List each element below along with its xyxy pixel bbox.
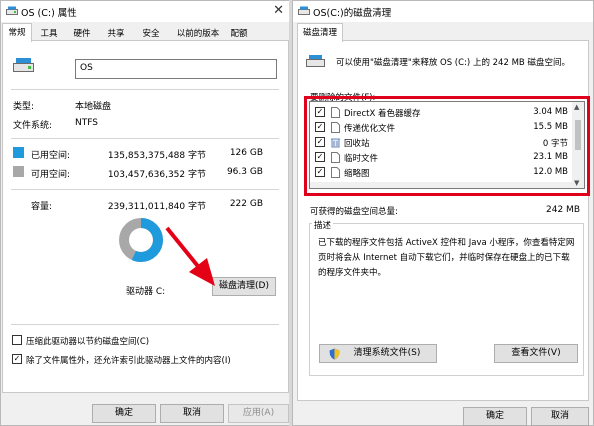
free-space-label: 可用空间: — [31, 170, 71, 180]
properties-window: OS (C:) 属性 ✕ 常规 工具 硬件 共享 安全 以前的版本 配额 OS … — [0, 0, 291, 426]
free-space-gb: 96.3 GB — [226, 167, 263, 177]
divider — [11, 89, 279, 90]
checkmark-icon: ✓ — [13, 354, 21, 363]
clean-system-files-button[interactable]: 清理系统文件(S) — [319, 344, 437, 363]
tab-tools[interactable]: 工具 — [36, 25, 62, 41]
close-icon[interactable]: ✕ — [273, 3, 284, 18]
description-line-3: 的程序文件夹中。 — [318, 268, 387, 278]
properties-titlebar: OS (C:) 属性 ✕ — [1, 1, 290, 22]
disk-cleanup-icon — [298, 6, 310, 15]
drive-icon — [6, 6, 18, 15]
disk-cleanup-panel: 可以使用"磁盘清理"来释放 OS (C:) 上的 242 MB 磁盘空间。 要删… — [297, 40, 590, 401]
disk-cleanup-tabs: 磁盘清理 — [293, 22, 593, 42]
tab-disk-cleanup[interactable]: 磁盘清理 — [297, 23, 343, 42]
usage-donut-chart — [119, 218, 163, 262]
disk-cleanup-window: OS(C:)的磁盘清理 磁盘清理 可以使用"磁盘清理"来释放 OS (C:) 上… — [292, 0, 594, 426]
drive-icon — [306, 55, 325, 67]
used-space-gb: 126 GB — [229, 148, 263, 158]
tab-security[interactable]: 安全 — [138, 25, 164, 41]
disk-cleanup-button[interactable]: 磁盘清理(D) — [212, 277, 276, 296]
apply-button[interactable]: 应用(A) — [228, 404, 289, 423]
cancel-button[interactable]: 取消 — [160, 404, 224, 423]
properties-tabs: 常规 工具 硬件 共享 安全 以前的版本 配额 — [1, 22, 290, 42]
used-space-bytes: 135,853,375,488 字节 — [107, 151, 206, 161]
used-space-swatch — [13, 147, 24, 158]
ok-button[interactable]: 确定 — [463, 407, 527, 426]
free-space-swatch — [13, 166, 24, 177]
filesystem-value: NTFS — [75, 118, 98, 128]
properties-title: OS (C:) 属性 — [21, 8, 77, 19]
tab-previous-versions[interactable]: 以前的版本 — [172, 25, 224, 41]
description-line-2: 页时将会从 Internet 自动下载它们，并临时保存在硬盘上的已下载 — [318, 253, 570, 263]
pointer-arrow-icon — [165, 226, 215, 286]
compress-option-label: 压缩此驱动器以节约磁盘空间(C) — [26, 337, 150, 347]
type-label: 类型: — [13, 102, 35, 112]
cancel-button[interactable]: 取消 — [531, 407, 589, 426]
divider — [11, 324, 279, 325]
highlight-box — [304, 96, 590, 196]
capacity-gb: 222 GB — [229, 199, 263, 209]
capacity-bytes: 239,311,011,840 字节 — [107, 202, 206, 212]
disk-cleanup-title: OS(C:)的磁盘清理 — [313, 8, 392, 19]
disk-cleanup-titlebar: OS(C:)的磁盘清理 — [293, 1, 593, 22]
tab-hardware[interactable]: 硬件 — [69, 25, 95, 41]
index-option-label: 除了文件属性外，还允许索引此驱动器上文件的内容(I) — [26, 356, 231, 366]
gain-value: 242 MB — [546, 205, 580, 215]
view-files-button[interactable]: 查看文件(V) — [494, 344, 578, 363]
divider — [11, 138, 279, 139]
gain-label: 可获得的磁盘空间总量: — [310, 207, 398, 217]
compress-checkbox[interactable] — [12, 335, 22, 345]
divider — [11, 189, 279, 190]
general-panel: OS 类型: 本地磁盘 文件系统: NTFS 已用空间: 135,853,375… — [2, 40, 289, 393]
drive-name-input[interactable]: OS — [75, 59, 277, 79]
description-line-1: 已下载的程序文件包括 ActiveX 控件和 Java 小程序，你查看特定网 — [318, 238, 575, 248]
description-title: 描述 — [312, 219, 334, 231]
tab-quota[interactable]: 配额 — [226, 25, 252, 41]
filesystem-label: 文件系统: — [13, 121, 53, 131]
tab-general[interactable]: 常规 — [2, 23, 32, 42]
used-space-label: 已用空间: — [31, 151, 71, 161]
intro-text: 可以使用"磁盘清理"来释放 OS (C:) 上的 242 MB 磁盘空间。 — [336, 58, 570, 68]
shield-icon — [329, 348, 340, 360]
arrow-shaft — [165, 226, 203, 272]
free-space-bytes: 103,457,636,352 字节 — [107, 170, 206, 180]
drive-label: 驱动器 C: — [126, 287, 166, 297]
tab-sharing[interactable]: 共享 — [103, 25, 129, 41]
clean-system-files-label: 清理系统文件(S) — [353, 348, 421, 358]
drive-icon — [13, 58, 34, 72]
index-checkbox[interactable]: ✓ — [12, 354, 22, 364]
capacity-label: 容量: — [31, 202, 53, 212]
type-value: 本地磁盘 — [75, 102, 112, 112]
ok-button[interactable]: 确定 — [92, 404, 156, 423]
